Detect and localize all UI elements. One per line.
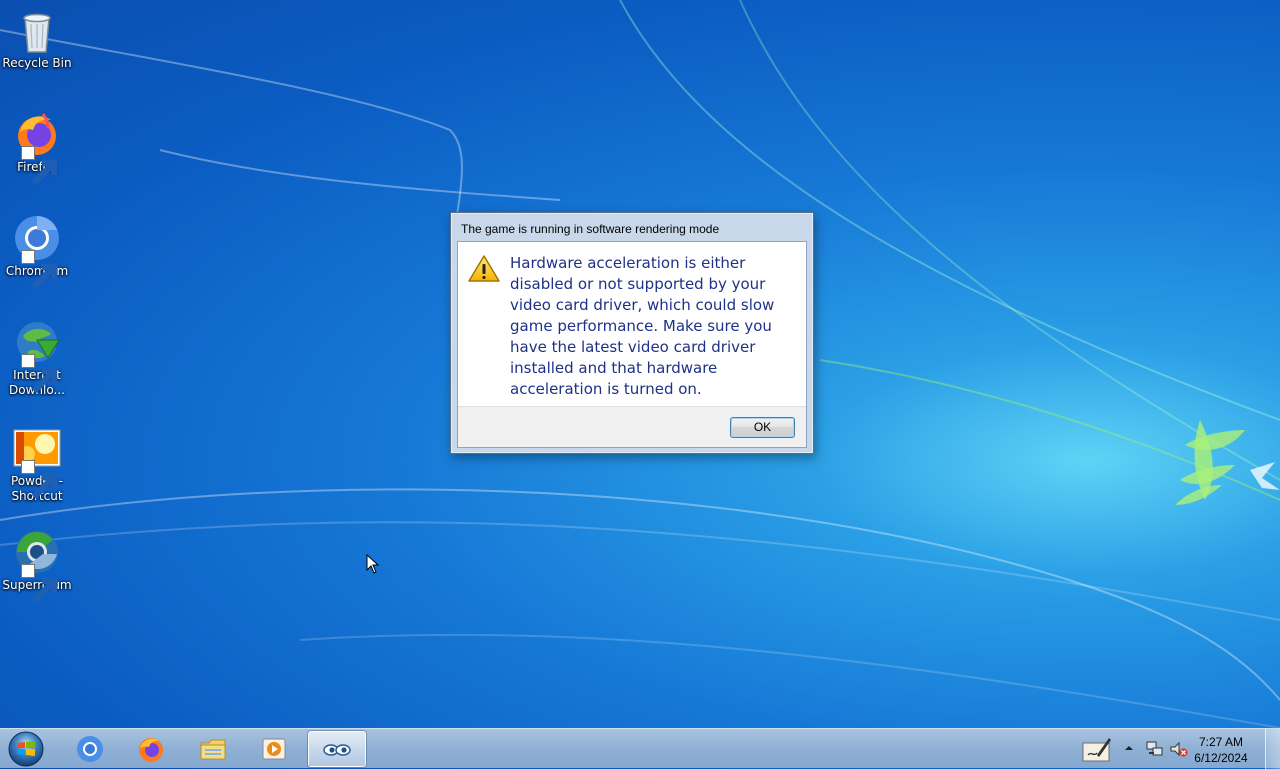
desktop-icon-recycle-bin[interactable]: Recycle Bin — [2, 6, 72, 71]
firefox-icon — [13, 110, 61, 186]
bird-decoration-icon — [1175, 420, 1245, 505]
handwriting-icon[interactable] — [1082, 735, 1112, 763]
shortcut-arrow-icon — [21, 146, 58, 186]
desktop-icon-powder-shortcut[interactable]: Powder - Shortcut — [2, 424, 72, 504]
clock[interactable]: 7:27 AM 6/12/2024 — [1186, 734, 1256, 766]
taskbar-file-explorer-button[interactable] — [187, 731, 239, 767]
software-rendering-dialog[interactable]: The game is running in software renderin… — [450, 212, 814, 454]
show-desktop-button[interactable] — [1265, 729, 1280, 769]
taskbar-chromium-button[interactable] — [64, 731, 116, 767]
system-tray: 7:27 AM 6/12/2024 — [1060, 729, 1280, 769]
ok-button[interactable]: OK — [730, 417, 795, 438]
warning-icon — [468, 255, 500, 282]
chromium-icon — [13, 214, 61, 290]
mouse-pointer-icon — [366, 554, 380, 574]
game-eyes-icon — [323, 744, 351, 756]
taskbar-firefox-button[interactable] — [125, 731, 177, 767]
file-explorer-icon — [200, 739, 226, 760]
shortcut-arrow-icon — [21, 564, 58, 604]
taskbar-game-button[interactable] — [308, 731, 366, 767]
dialog-title: The game is running in software renderin… — [461, 222, 720, 236]
firefox-icon — [139, 738, 163, 762]
shortcut-arrow-icon — [21, 460, 58, 500]
chromium-icon — [77, 736, 103, 762]
windows-start-icon[interactable] — [6, 730, 46, 768]
taskbar-media-player-button[interactable] — [248, 731, 300, 767]
shortcut-arrow-icon — [21, 250, 58, 290]
shortcut-arrow-icon — [21, 354, 58, 394]
desktop-icon-label: Recycle Bin — [2, 56, 72, 70]
network-icon[interactable] — [1146, 740, 1164, 758]
taskbar: 7:27 AM 6/12/2024 — [0, 728, 1280, 769]
internet-download-manager-icon — [13, 318, 61, 394]
dialog-footer: OK — [458, 406, 806, 447]
media-player-icon — [262, 738, 286, 760]
desktop-icon-chromium[interactable]: Chromium — [2, 214, 72, 290]
dialog-message: Hardware acceleration is either disabled… — [510, 254, 775, 398]
recycle-bin-icon — [13, 6, 61, 54]
desktop-icon-supermium[interactable]: Supermium — [2, 528, 72, 604]
supermium-icon — [13, 528, 61, 604]
powder-icon — [13, 424, 61, 500]
show-hidden-icons-arrow[interactable] — [1124, 743, 1134, 753]
dialog-body: Hardware acceleration is either disabled… — [457, 241, 807, 448]
clock-time: 7:27 AM — [1198, 735, 1244, 749]
desktop-icon-internet-download-manager[interactable]: Internet Downlo... — [2, 318, 72, 398]
desktop-icon-firefox[interactable]: Firefox — [2, 110, 72, 186]
clock-date: 6/12/2024 — [1194, 751, 1248, 765]
